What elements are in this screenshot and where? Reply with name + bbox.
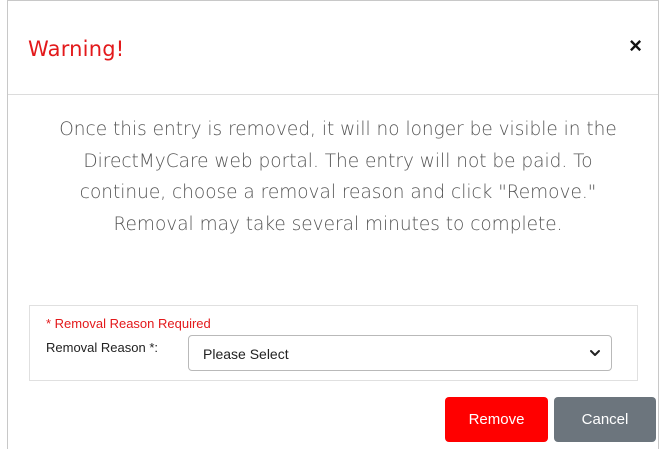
close-button[interactable]: × bbox=[623, 35, 648, 57]
dialog-header: Warning! × bbox=[8, 1, 658, 95]
removal-reason-form: * Removal Reason Required Removal Reason… bbox=[29, 305, 638, 381]
removal-reason-label: Removal Reason *: bbox=[46, 340, 158, 355]
removal-reason-select[interactable]: Please Select bbox=[188, 335, 612, 371]
cancel-button[interactable]: Cancel bbox=[554, 397, 656, 442]
chevron-down-icon bbox=[590, 350, 600, 356]
remove-button[interactable]: Remove bbox=[445, 397, 548, 442]
warning-message: Once this entry is removed, it will no l… bbox=[59, 119, 617, 235]
removal-warning-dialog: Warning! × Once this entry is removed, i… bbox=[7, 0, 659, 449]
dialog-title: Warning! bbox=[28, 37, 125, 61]
removal-reason-selected-value: Please Select bbox=[203, 346, 289, 362]
required-note: * Removal Reason Required bbox=[46, 316, 211, 331]
